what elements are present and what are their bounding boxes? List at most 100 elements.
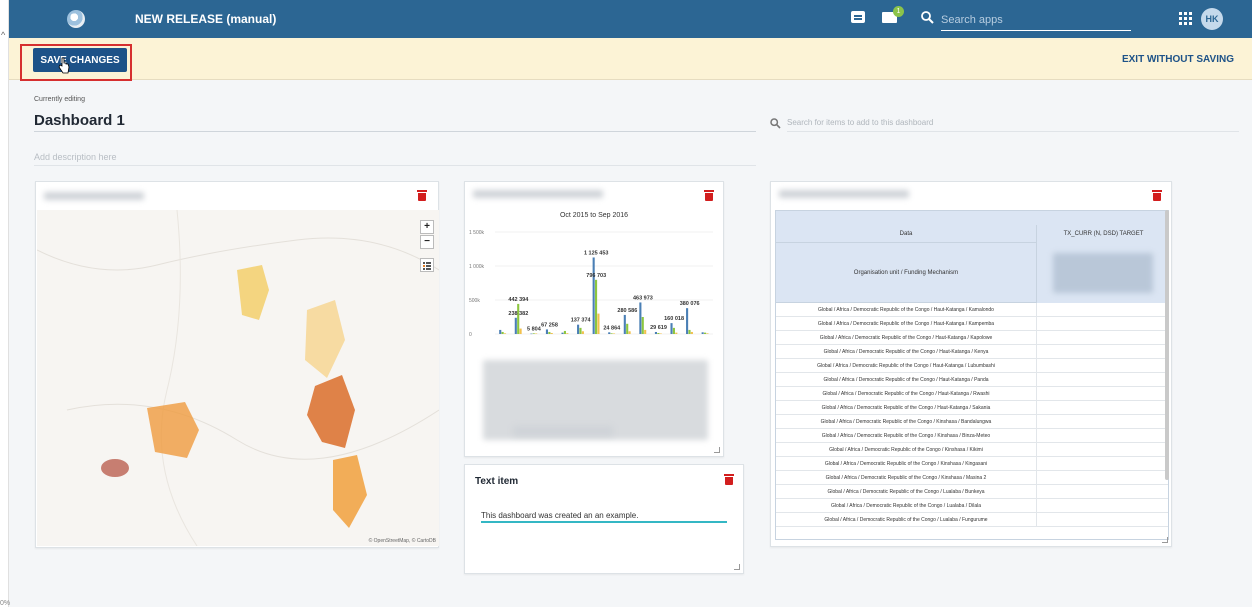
bar [566,333,569,334]
zoom-out-button[interactable]: − [420,235,434,249]
table-row: Global / Africa / Democratic Republic of… [776,471,1168,485]
table-header-org-unit: Organisation unit / Funding Mechanism [776,243,1036,303]
y-tick-label: 1 500k [469,230,485,236]
item-search-input[interactable] [787,114,1239,132]
table-row: Global / Africa / Democratic Republic of… [776,331,1168,345]
map-legend-icon[interactable] [420,258,434,272]
bar [561,332,564,334]
bar [579,327,582,334]
bar [639,302,642,334]
table-row-label: Global / Africa / Democratic Republic of… [824,517,988,523]
table-row-label: Global / Africa / Democratic Republic of… [824,461,988,467]
text-item-input[interactable] [481,509,727,523]
data-label: 442 394 [508,297,529,303]
bar [535,333,538,334]
table-row-value [1036,303,1168,316]
exit-without-saving-button[interactable]: EXIT WITHOUT SAVING [1122,54,1234,65]
table-header-data: Data [776,225,1036,243]
interpretations-icon[interactable] [851,11,865,23]
table-row: Global / Africa / Democratic Republic of… [776,485,1168,499]
bar [530,333,533,335]
table-header-values-blurred [1036,243,1168,303]
bar [595,279,598,334]
data-label: 238 382 [508,311,528,317]
table-header-tx-curr: TX_CURR (N, DSD) TARGET [1036,225,1168,243]
zoom-in-button[interactable]: + [420,220,434,234]
bar [706,333,709,334]
y-tick-label: 1 000k [469,264,485,270]
delete-table-icon[interactable] [1152,190,1162,201]
map-title-blurred [44,192,144,200]
table-row-label: Global / Africa / Democratic Republic of… [821,433,991,439]
bar [608,332,611,334]
bar [563,330,566,334]
delete-chart-icon[interactable] [704,190,714,201]
table-row-value [1036,471,1168,484]
table-row-label: Global / Africa / Democratic Republic of… [817,321,995,327]
apps-grid-icon[interactable] [1179,12,1192,25]
dhis2-logo[interactable] [67,10,85,28]
table-row-label: Global / Africa / Democratic Republic of… [830,503,982,509]
chart-legend-blurred [513,426,613,436]
scroll-up-icon[interactable]: ^ [1,30,5,40]
app-title: NEW RELEASE (manual) [135,12,277,26]
table-row-label: Global / Africa / Democratic Republic of… [821,405,991,411]
hand-cursor-icon [58,57,70,74]
bar [610,333,613,334]
table-row: Global / Africa / Democratic Republic of… [776,387,1168,401]
text-item-resize-handle[interactable] [734,564,740,570]
user-avatar[interactable]: HK [1201,8,1223,30]
bar [686,308,689,334]
bar [623,314,626,334]
table-scrollbar[interactable] [1165,210,1169,480]
table-row-value [1036,415,1168,428]
table-row: Global / Africa / Democratic Republic of… [776,373,1168,387]
data-label: 160 018 [664,316,684,322]
data-label: 796 703 [586,273,606,279]
data-label: 67 258 [541,322,558,328]
currently-editing-label: Currently editing [34,96,85,103]
table-row: Global / Africa / Democratic Republic of… [776,303,1168,317]
bar [550,332,553,334]
delete-map-icon[interactable] [417,190,427,201]
header-bar: NEW RELEASE (manual) 1 HK [9,0,1252,38]
table-row-value [1036,513,1168,526]
bar [657,332,660,334]
chart-card: Oct 2015 to Sep 2016 0 500k 1 000k 1 500k 1 … [464,181,724,457]
y-tick-label: 0 [469,332,472,338]
bar [626,323,629,334]
table-row-label: Global / Africa / Democratic Republic of… [817,363,995,369]
map-card: + − © OpenStreetMap, © CartoDB [35,181,439,548]
data-label: 29 619 [650,325,667,331]
search-apps-input[interactable] [941,9,1131,31]
table-title-blurred [779,190,909,198]
table-row-value [1036,443,1168,456]
text-item-title: Text item [475,476,519,487]
map-view[interactable]: + − © OpenStreetMap, © CartoDB [37,210,439,546]
bar [688,329,691,334]
chart-resize-handle[interactable] [714,447,720,453]
table-row-label: Global / Africa / Democratic Republic of… [823,349,989,355]
bar [659,333,662,334]
table-row-label: Global / Africa / Democratic Republic of… [829,447,983,453]
dashboard-description-input[interactable] [34,148,756,166]
data-label: 24 864 [603,325,621,331]
pivot-table[interactable]: Data TX_CURR (N, DSD) TARGET Organisatio… [775,210,1169,540]
table-row-value [1036,387,1168,400]
chart-title-blurred [473,190,603,198]
zoom-percent: 0% [0,600,11,607]
bar-chart[interactable]: 0 500k 1 000k 1 500k 1 125 453 796 703 442 394… [465,224,723,354]
search-icon [921,11,934,24]
table-row: Global / Africa / Democratic Republic of… [776,457,1168,471]
table-row-value [1036,401,1168,414]
delete-text-item-icon[interactable] [724,474,734,485]
bar [592,257,595,334]
bar [581,331,584,334]
table-resize-handle[interactable] [1162,537,1168,543]
table-row-label: Global / Africa / Democratic Republic of… [825,475,987,481]
table-row: Global / Africa / Democratic Republic of… [776,513,1168,527]
bar [628,331,631,334]
table-row: Global / Africa / Democratic Republic of… [776,443,1168,457]
bar [670,323,673,334]
dashboard-title-input[interactable] [34,110,756,132]
